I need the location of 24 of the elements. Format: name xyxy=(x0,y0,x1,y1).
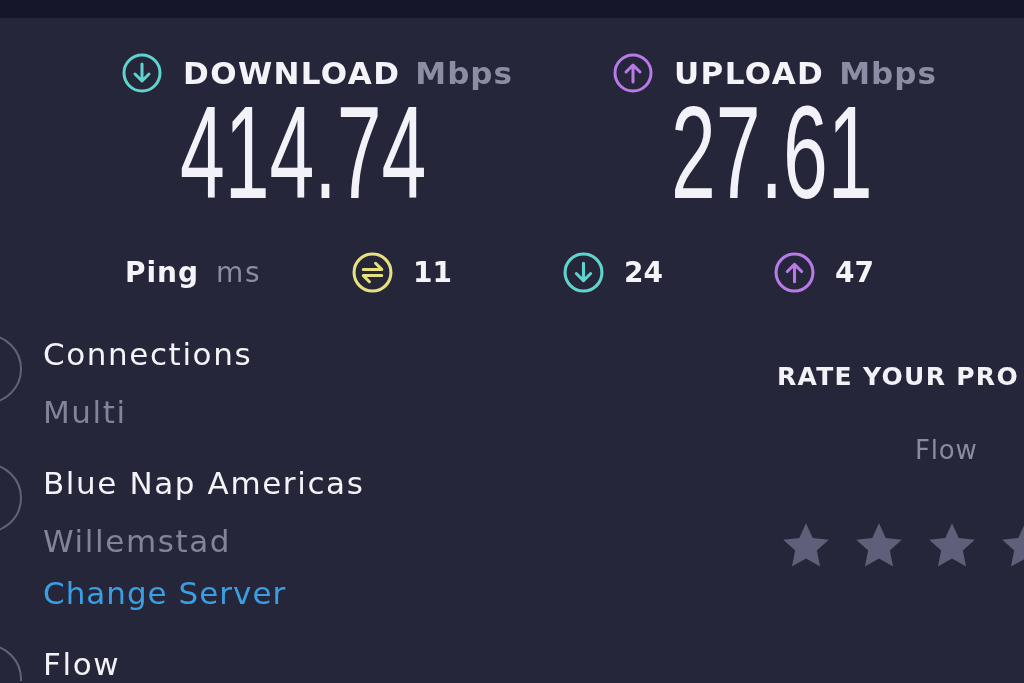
arrow-up-icon xyxy=(613,53,653,93)
arrow-down-icon xyxy=(122,53,162,93)
detail-title: Flow xyxy=(43,644,121,683)
speed-value: 414.74 xyxy=(180,94,427,213)
detail-subtitle: Multi xyxy=(43,392,127,432)
speed-label: UPLOAD xyxy=(674,54,825,93)
detail-subtitle: Willemstad xyxy=(43,521,232,561)
ping-label: Ping xyxy=(125,254,200,291)
rating-title: RATE YOUR PRO xyxy=(777,360,1019,393)
ping-value: 47 xyxy=(835,254,874,291)
unit-label: ms xyxy=(216,254,261,291)
change-server-link[interactable]: Change Server xyxy=(43,566,287,619)
ping-value: 24 xyxy=(624,254,663,291)
speed-label: DOWNLOAD xyxy=(183,54,401,93)
provider-name: Flow xyxy=(915,433,978,467)
unit-label: Mbps xyxy=(415,54,513,93)
arrow-down-icon xyxy=(563,252,604,294)
detail-title: Blue Nap Americas xyxy=(43,463,365,503)
speed-value: 27.61 xyxy=(671,94,873,213)
arrow-up-icon xyxy=(774,252,815,294)
unit-label: Mbps xyxy=(839,54,937,93)
ping-value: 11 xyxy=(413,254,452,291)
detail-title: Connections xyxy=(43,334,253,374)
swap-arrows-icon xyxy=(352,252,393,294)
